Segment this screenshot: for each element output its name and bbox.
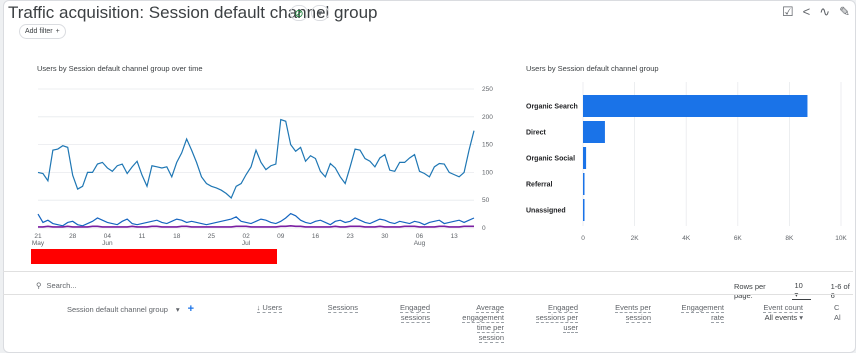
rows-per-page-select[interactable]: 10 ▾ — [792, 281, 811, 300]
col-users-label: ↓ Users — [256, 303, 282, 313]
dimension-header[interactable]: Session default channel group ▾ + — [67, 303, 194, 315]
bar — [583, 121, 605, 143]
col-events-per-session[interactable]: Events per session — [606, 303, 651, 323]
category-label: Unassigned — [526, 208, 566, 215]
col-avg-engagement-label: Average engagement time per session — [462, 303, 504, 343]
x-tick-label: 0 — [581, 235, 585, 242]
rows-per-page-value: 10 — [794, 281, 803, 290]
category-label: Organic Search — [526, 104, 578, 111]
search-icon: ⚲ — [36, 281, 42, 290]
col-conversions[interactable]: C Al — [834, 303, 850, 323]
col-avg-engagement[interactable]: Average engagement time per session — [455, 303, 504, 343]
redacted-region — [31, 249, 277, 264]
table-header-divider — [3, 294, 853, 295]
bar — [583, 173, 585, 195]
table-search[interactable]: ⚲ Search... — [36, 281, 77, 290]
col-engaged-per-user[interactable]: Engaged sessions per user — [532, 303, 578, 333]
rows-per-page: Rows per page: 10 ▾ 1-6 of 6 — [734, 281, 856, 300]
dimension-header-label: Session default channel group — [67, 304, 168, 314]
col-users[interactable]: ↓ Users — [252, 303, 282, 313]
col-event-count[interactable]: Event count All events ▾ — [751, 303, 803, 323]
search-input[interactable]: Search... — [47, 281, 77, 290]
x-tick-label: 8K — [785, 235, 794, 242]
bar — [583, 199, 585, 221]
col-sessions[interactable]: Sessions — [318, 303, 358, 313]
col-engaged-sessions[interactable]: Engaged sessions — [386, 303, 430, 323]
bar-chart: 0 2K 4K 6K 8K 10K Organic Search Direct Organic … — [526, 82, 847, 242]
category-label: Referral — [526, 182, 553, 189]
x-tick-label: 10K — [835, 235, 847, 242]
col-event-count-label: Event count — [763, 303, 803, 313]
x-tick-label: 4K — [682, 235, 691, 242]
chevron-down-icon[interactable]: ▾ — [176, 305, 180, 314]
category-label: Direct — [526, 130, 547, 137]
conversions-filter[interactable]: Al — [834, 313, 841, 322]
col-sessions-label: Sessions — [327, 303, 358, 313]
category-label: Organic Social — [526, 156, 575, 163]
col-conversions-label: C — [834, 303, 840, 312]
pagination-text: 1-6 of 6 — [830, 281, 850, 300]
rows-per-page-label: Rows per page: — [734, 281, 766, 300]
chevron-down-icon[interactable]: ▾ — [799, 313, 803, 322]
x-tick-label: 6K — [734, 235, 743, 242]
col-events-per-session-label: Events per session — [615, 303, 651, 323]
bar — [583, 147, 587, 169]
table-top-divider — [3, 271, 853, 272]
event-count-filter[interactable]: All events — [765, 313, 798, 322]
col-engagement-rate[interactable]: Engagement rate — [677, 303, 724, 323]
col-engaged-sessions-label: Engaged sessions — [399, 303, 430, 323]
add-dimension-icon[interactable]: + — [188, 303, 194, 315]
bar — [583, 95, 808, 117]
col-engagement-rate-label: Engagement rate — [681, 303, 724, 323]
x-tick-label: 2K — [631, 235, 640, 242]
col-engaged-per-user-label: Engaged sessions per user — [535, 303, 578, 333]
